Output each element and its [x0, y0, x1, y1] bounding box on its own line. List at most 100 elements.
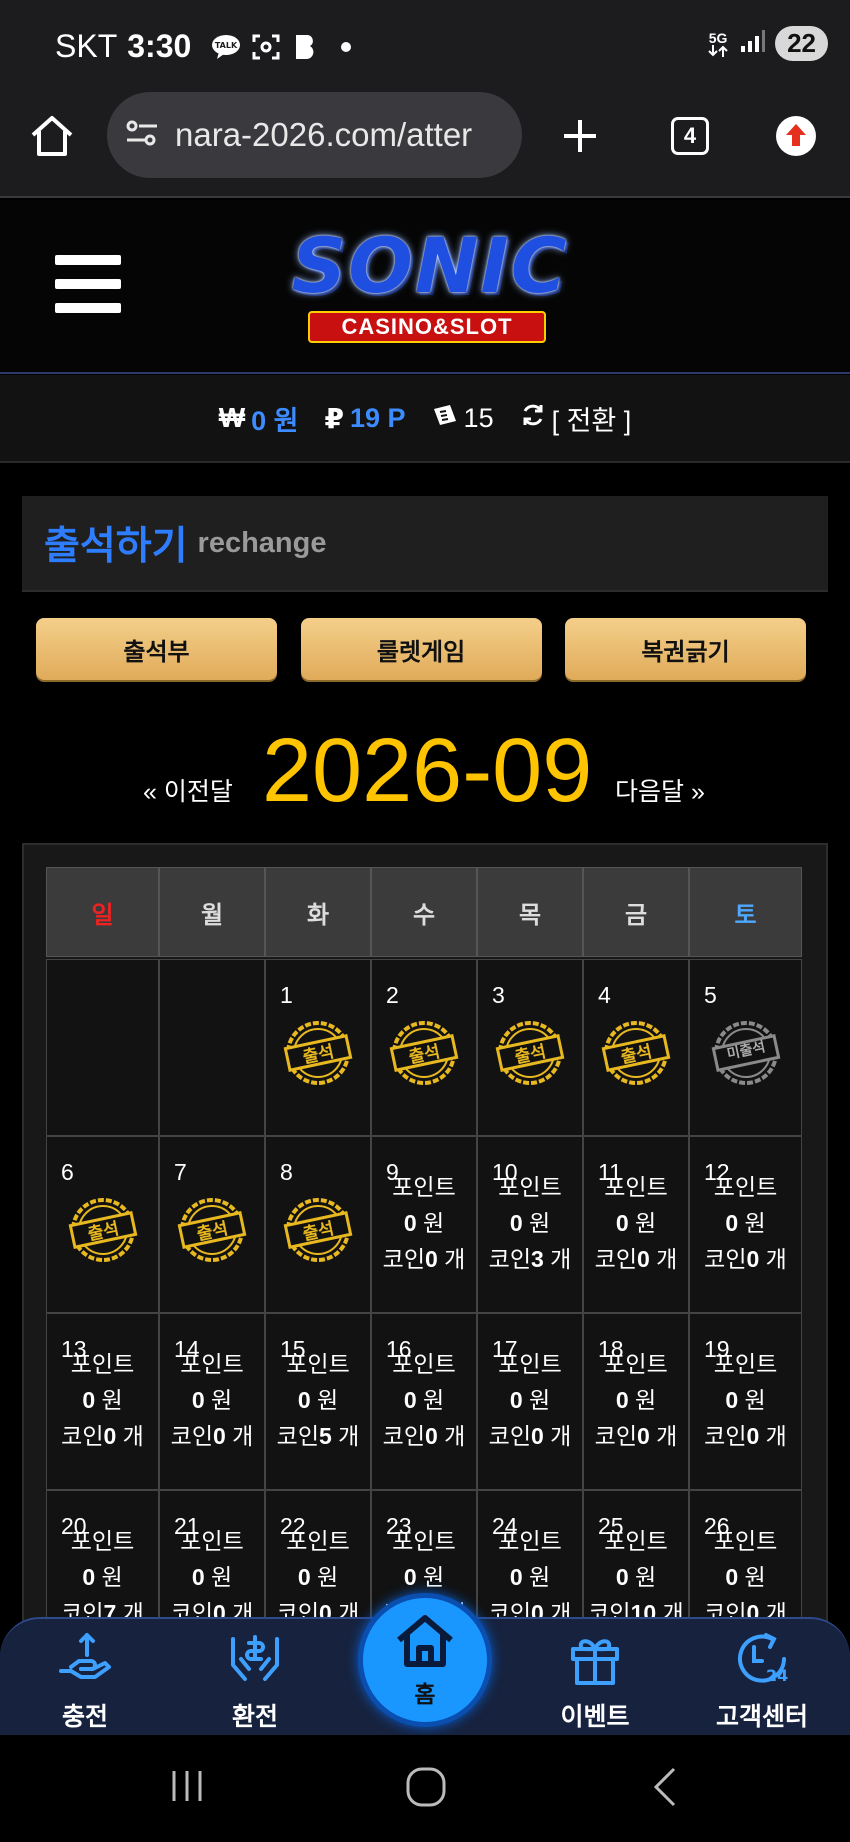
calendar-day-10[interactable]: 10 포인트 0 원 코인3 개 [477, 1136, 583, 1313]
calendar-day-17[interactable]: 17 포인트 0 원 코인0 개 [477, 1313, 583, 1490]
day-reward-info: 포인트0 원코인0 개 [478, 1346, 582, 1454]
weekday-wed: 수 [371, 867, 477, 957]
system-navigation-bar [0, 1735, 850, 1842]
coin-amount: 코인0 개 [594, 1246, 678, 1272]
balance-bar: ₩ 0 원 ₽ 19 P 15 [ 전환 ] [0, 375, 850, 463]
coin-amount: 코인0 개 [382, 1246, 466, 1272]
browser-toolbar: nara-2026.com/atter 4 [0, 90, 850, 198]
day-reward-info: 포인트 0 원 코인5 개 [266, 1346, 370, 1454]
nav-charge-label: 충전 [61, 1703, 108, 1731]
day-reward-info: 포인트0 원코인0 개 [690, 1346, 801, 1454]
day-reward-info: 포인트0 원코인0 개 [160, 1523, 264, 1623]
gift-icon [535, 1629, 655, 1689]
weekday-header: 일 월 화 수 목 금 토 [46, 867, 806, 957]
site-logo[interactable]: SONIC CASINO&SLOT [270, 215, 590, 355]
calendar-day-2[interactable]: 2 출석 [371, 959, 477, 1136]
calendar-day-15[interactable]: 15 포인트 0 원 코인5 개 [265, 1313, 371, 1490]
network-label: 5G [708, 29, 728, 46]
tab-roulette-game[interactable]: 룰렛게임 [300, 618, 542, 680]
day-reward-info: 포인트0 원코인0 개 [584, 1346, 688, 1454]
menu-icon[interactable] [55, 255, 121, 313]
point-label: 포인트 [498, 1528, 562, 1554]
calendar-day-19[interactable]: 19 포인트 0 원 코인0 개 [689, 1313, 802, 1490]
day-reward-info: 포인트0 원코인0 개 [690, 1169, 801, 1277]
weekday-tue: 화 [265, 867, 371, 957]
nav-exchange-label: 환전 [231, 1703, 278, 1731]
calendar-day-12[interactable]: 12 포인트 0 원 코인0 개 [689, 1136, 802, 1313]
nav-exchange[interactable]: 환전 [195, 1629, 315, 1733]
calendar-day-6[interactable]: 6 출석 [46, 1136, 159, 1313]
point-label: 포인트 [392, 1528, 456, 1554]
coin-amount: 코인3 개 [488, 1246, 572, 1272]
coin-amount: 코인0 개 [704, 1246, 787, 1272]
calendar-grid: 1 출석 2 출석 3 출석 4 출석 5 미출석 6 출석 7 출석 8 출석 9 포인트 0 원 코인0 개 10 포… [46, 959, 806, 1623]
convert-button[interactable]: [ 전환 ] [520, 399, 632, 438]
point-amount: 0 원 [615, 1210, 657, 1236]
nav-support[interactable]: 24 고객센터 [702, 1629, 822, 1733]
point-amount: 0 원 [297, 1387, 339, 1413]
next-month-link[interactable]: 다음달 » [615, 772, 705, 808]
site-settings-icon[interactable] [125, 118, 159, 153]
calendar-day-9[interactable]: 9 포인트 0 원 코인0 개 [371, 1136, 477, 1313]
point-label: 포인트 [392, 1351, 456, 1377]
status-bar: SKT 3:30 TALK 5G 22 [0, 0, 850, 90]
coin-amount: 코인0 개 [170, 1423, 254, 1449]
attended-stamp-icon: 출석 [68, 1195, 138, 1265]
calendar-day-14[interactable]: 14 포인트 0 원 코인0 개 [159, 1313, 265, 1490]
calendar-day-13[interactable]: 13 포인트 0 원 코인0 개 [46, 1313, 159, 1490]
point-label: 포인트 [180, 1528, 244, 1554]
svg-text:TALK: TALK [215, 41, 238, 50]
convert-label: [ 전환 ] [551, 405, 632, 436]
day-number: 1 [280, 982, 293, 1008]
system-home-icon[interactable] [404, 1765, 448, 1814]
update-icon[interactable] [766, 106, 826, 166]
calendar-day-26[interactable]: 26 포인트 0 원 코인0 개 [689, 1490, 802, 1623]
point-label: 포인트 [713, 1351, 778, 1377]
point-amount: 0 원 [509, 1387, 551, 1413]
calendar-day-8[interactable]: 8 출석 [265, 1136, 371, 1313]
calendar-day-16[interactable]: 16 포인트 0 원 코인0 개 [371, 1313, 477, 1490]
new-tab-icon[interactable] [550, 106, 610, 166]
weekday-fri: 금 [583, 867, 689, 957]
nav-event[interactable]: 이벤트 [535, 1629, 655, 1733]
calendar-day-25[interactable]: 25 포인트 0 원 코인10 개 [583, 1490, 689, 1623]
calendar-panel: 일 월 화 수 목 금 토 1 출석 2 출석 3 출석 4 출석 5 미출석 6 출석 7 출석 8 출석 9… [22, 843, 828, 1623]
recent-apps-icon[interactable] [168, 1765, 208, 1810]
calendar-day-22[interactable]: 22 포인트 0 원 코인0 개 [265, 1490, 371, 1623]
calendar-day-11[interactable]: 11 포인트 0 원 코인0 개 [583, 1136, 689, 1313]
calendar-empty-cell [46, 959, 159, 1136]
day-reward-info: 포인트 0 원코인0 개 [584, 1169, 688, 1277]
tab-attendance-book[interactable]: 출석부 [36, 618, 277, 680]
address-bar[interactable]: nara-2026.com/atter [107, 92, 522, 178]
clock: 3:30 [127, 28, 192, 64]
calendar-day-18[interactable]: 18 포인트 0 원 코인0 개 [583, 1313, 689, 1490]
calendar-day-24[interactable]: 24 포인트 0 원 코인0 개 [477, 1490, 583, 1623]
url-text: nara-2026.com/atter [175, 116, 473, 153]
point-amount: 0 원 [82, 1564, 123, 1590]
calendar-day-4[interactable]: 4 출석 [583, 959, 689, 1136]
prev-month-link[interactable]: « 이전달 [143, 772, 233, 808]
nav-home[interactable]: 홈 [358, 1593, 492, 1727]
calendar-day-3[interactable]: 3 출석 [477, 959, 583, 1136]
calendar-day-21[interactable]: 21 포인트 0 원 코인0 개 [159, 1490, 265, 1623]
point-label: 포인트 [713, 1528, 778, 1554]
nav-charge[interactable]: 충전 [25, 1629, 145, 1733]
screenshot-icon [251, 32, 281, 62]
deposit-hand-icon [25, 1629, 145, 1689]
coin-amount: 코인0 개 [704, 1423, 787, 1449]
calendar-day-1[interactable]: 1 출석 [265, 959, 371, 1136]
tab-switcher-button[interactable]: 4 [660, 106, 720, 166]
point-amount: 0 원 [615, 1564, 657, 1590]
tab-scratch-lottery[interactable]: 복권긁기 [565, 618, 806, 680]
weekday-thu: 목 [477, 867, 583, 957]
back-icon[interactable] [648, 1765, 682, 1814]
calendar-day-5[interactable]: 5 미출석 [689, 959, 802, 1136]
coin-amount: 코인0 개 [488, 1423, 572, 1449]
home-icon[interactable] [22, 106, 82, 166]
coin-amount: 코인5 개 [276, 1423, 360, 1449]
calendar-day-7[interactable]: 7 출석 [159, 1136, 265, 1313]
point-label: 포인트 [604, 1174, 668, 1200]
logo-wordmark: SONIC [291, 221, 569, 310]
day-reward-info: 포인트0 원코인0 개 [372, 1346, 476, 1454]
calendar-day-20[interactable]: 20 포인트 0 원 코인7 개 [46, 1490, 159, 1623]
